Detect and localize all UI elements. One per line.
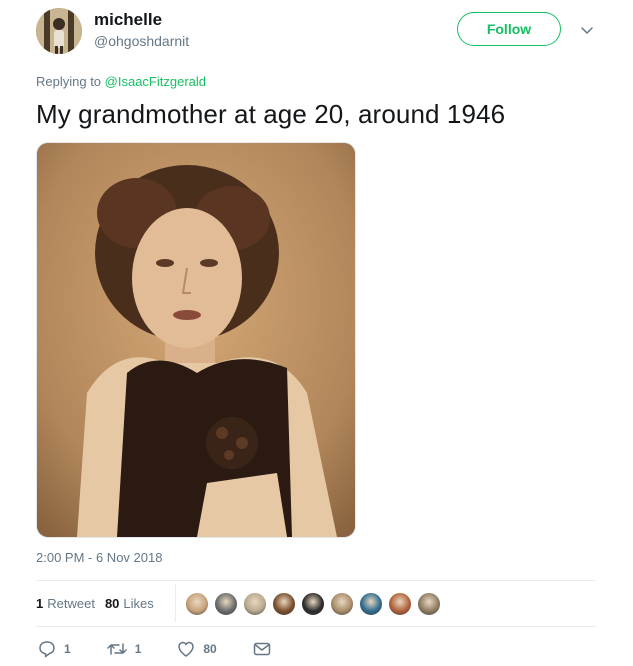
- replying-to-label: Replying to: [36, 74, 105, 89]
- liker-avatar[interactable]: [388, 592, 412, 616]
- reply-button[interactable]: 1: [38, 640, 71, 658]
- heart-icon: [178, 641, 195, 657]
- tweet-stats: 1 Retweet 80 Likes: [36, 596, 164, 611]
- like-count: 80: [203, 642, 217, 656]
- liker-avatar[interactable]: [214, 592, 238, 616]
- retweet-count-action: 1: [134, 642, 142, 656]
- user-name[interactable]: michelle: [94, 10, 162, 30]
- liker-avatar[interactable]: [359, 592, 383, 616]
- retweet-button[interactable]: 1: [106, 640, 142, 658]
- reply-icon: [39, 641, 55, 658]
- stats-separator: [175, 584, 176, 622]
- liker-avatar[interactable]: [243, 592, 267, 616]
- liker-avatars: [185, 592, 446, 616]
- avatar-image: [36, 8, 82, 54]
- envelope-icon: [253, 642, 270, 656]
- tweet-photo[interactable]: [36, 142, 356, 538]
- like-button[interactable]: 80: [177, 640, 217, 658]
- likes-stat[interactable]: 80 Likes: [105, 596, 154, 611]
- liker-avatar[interactable]: [301, 592, 325, 616]
- divider: [36, 580, 596, 581]
- liker-avatar[interactable]: [417, 592, 441, 616]
- likes-label: Likes: [123, 596, 154, 611]
- retweet-stat[interactable]: 1 Retweet: [36, 596, 95, 611]
- retweet-label: Retweet: [47, 596, 95, 611]
- follow-button[interactable]: Follow: [457, 12, 561, 46]
- replying-to: Replying to @IsaacFitzgerald: [36, 74, 206, 89]
- mention-link[interactable]: @IsaacFitzgerald: [105, 74, 206, 89]
- user-handle[interactable]: @ohgoshdarnit: [94, 33, 189, 49]
- tweet-timestamp[interactable]: 2:00 PM - 6 Nov 2018: [36, 550, 162, 565]
- reply-count: 1: [64, 642, 71, 656]
- liker-avatar[interactable]: [272, 592, 296, 616]
- tweet-text: My grandmother at age 20, around 1946: [36, 99, 506, 129]
- likes-count: 80: [104, 596, 120, 611]
- retweet-count: 1: [36, 596, 44, 611]
- retweet-icon: [106, 643, 127, 655]
- direct-message-button[interactable]: [253, 641, 279, 657]
- divider: [36, 626, 596, 627]
- avatar[interactable]: [36, 8, 82, 54]
- tweet-actions: 1 1 80: [38, 640, 315, 658]
- chevron-down-icon[interactable]: [579, 22, 595, 38]
- liker-avatar[interactable]: [330, 592, 354, 616]
- liker-avatar[interactable]: [185, 592, 209, 616]
